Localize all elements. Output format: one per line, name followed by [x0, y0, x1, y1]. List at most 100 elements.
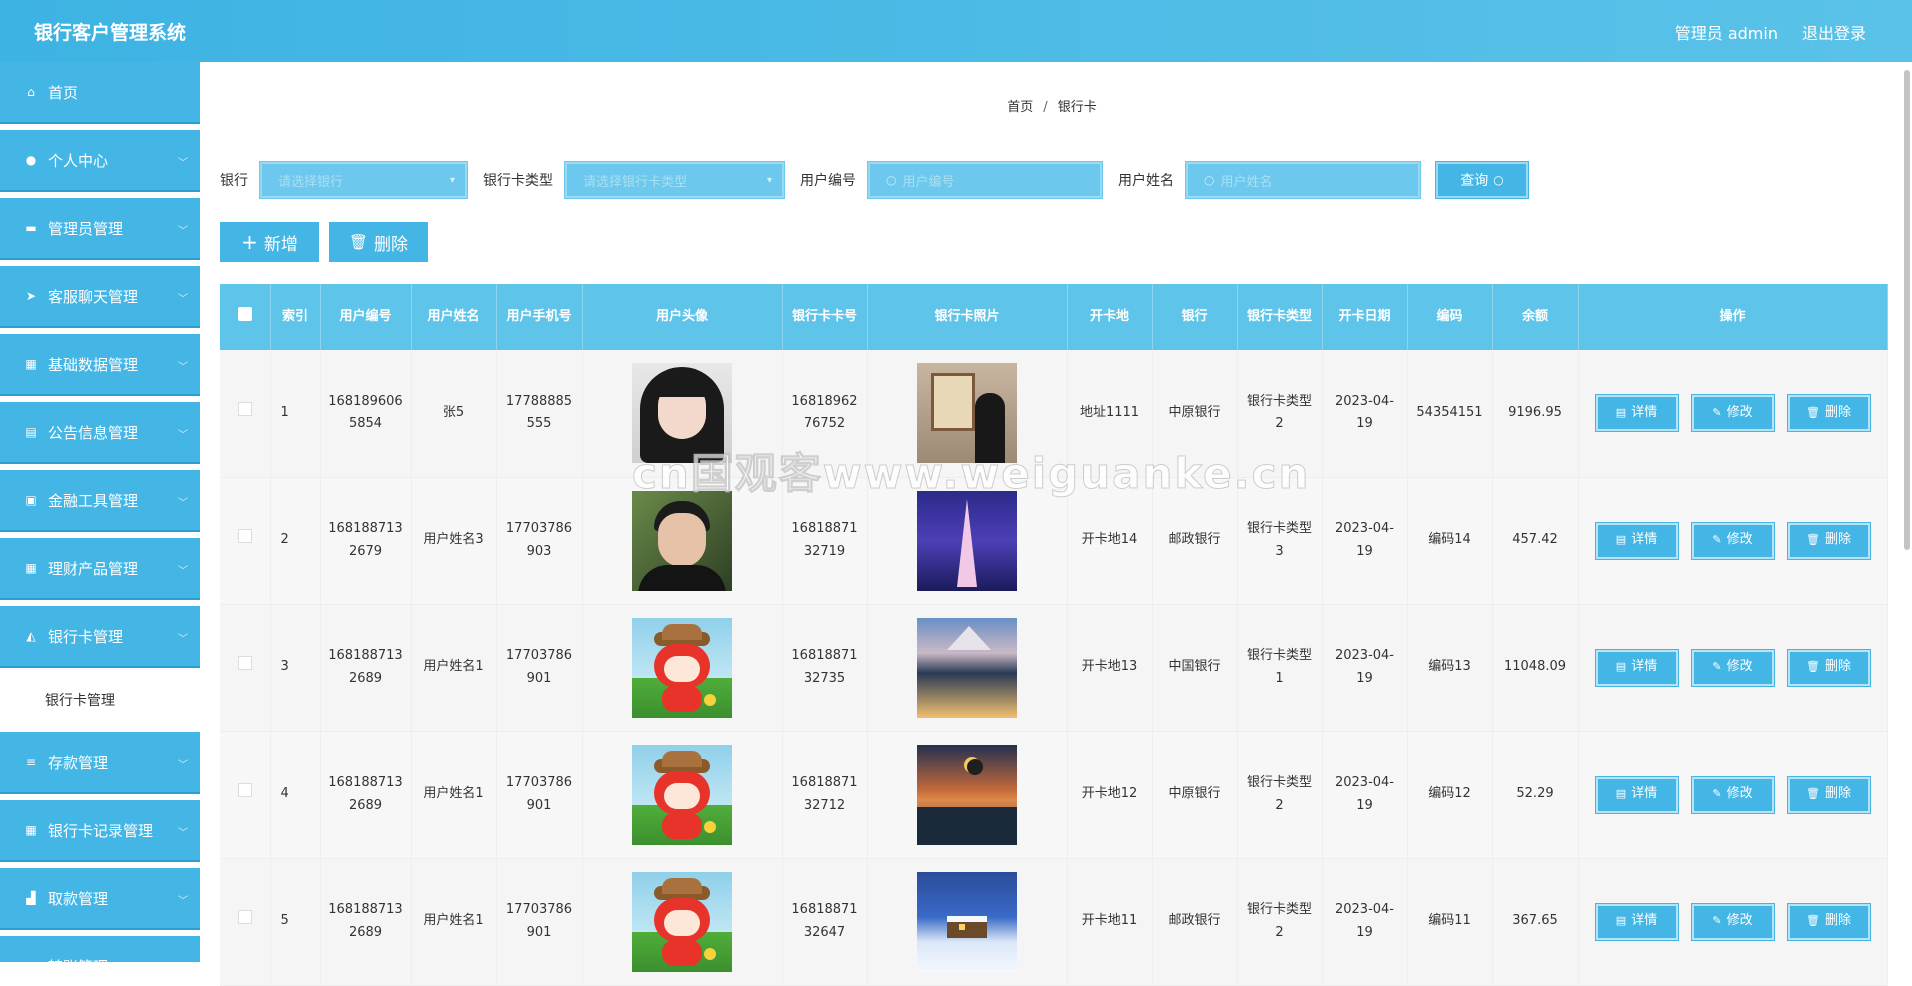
bank-select[interactable]: 请选择银行 ▾	[259, 161, 468, 199]
sidebar-item[interactable]: ▦ 银行卡记录管理 ﹀	[0, 800, 200, 862]
sidebar-item[interactable]: ⌂ 首页	[0, 62, 200, 124]
sidebar-item-label: 管理员管理	[48, 219, 124, 238]
sidebar-subitem-bank-card[interactable]: 银行卡管理	[0, 674, 200, 726]
user-name-input[interactable]: ○ 用户姓名	[1185, 161, 1421, 199]
row-checkbox[interactable]	[237, 783, 252, 798]
cell-avatar	[582, 477, 783, 605]
column-header: 用户手机号	[496, 284, 583, 350]
delete-button-label: 删除	[1824, 659, 1851, 675]
cell-user-no: 1681887132689	[320, 858, 412, 986]
trash-icon: 🗑	[1806, 787, 1820, 801]
detail-button[interactable]: ▤ 详情	[1594, 775, 1679, 814]
edit-button[interactable]: ✎ 修改	[1690, 648, 1775, 687]
delete-button[interactable]: 🗑 删除	[1786, 521, 1871, 560]
edit-button[interactable]: ✎ 修改	[1690, 521, 1775, 560]
edit-button[interactable]: ✎ 修改	[1690, 902, 1775, 941]
delete-button[interactable]: 🗑 删除	[1786, 775, 1871, 814]
card-icon: ◭	[26, 629, 36, 643]
batch-delete-button[interactable]: 🗑 删除	[329, 222, 428, 262]
user-avatar-image[interactable]	[632, 617, 732, 718]
cell-card-no: 1681896276752	[782, 350, 868, 478]
card-photo-image[interactable]	[917, 871, 1017, 972]
delete-button[interactable]: 🗑 删除	[1786, 902, 1871, 941]
cell-date: 2023-04-19	[1322, 731, 1408, 859]
breadcrumb-home[interactable]: 首页	[1007, 100, 1033, 115]
column-header: 开卡日期	[1322, 284, 1408, 350]
detail-button[interactable]: ▤ 详情	[1594, 648, 1679, 687]
user-no-placeholder: 用户编号	[902, 174, 955, 190]
cell-index: 5	[270, 858, 321, 986]
card-photo-image[interactable]	[917, 617, 1017, 718]
cell-index: 1	[270, 350, 321, 478]
row-checkbox[interactable]	[237, 402, 252, 417]
sidebar-item[interactable]: ➤ 客服聊天管理 ﹀	[0, 266, 200, 328]
sidebar-item[interactable]: ▟ 取款管理 ﹀	[0, 868, 200, 930]
sidebar-item[interactable]: ▤ 公告信息管理 ﹀	[0, 402, 200, 464]
select-all-checkbox[interactable]	[220, 284, 271, 350]
card-type-select[interactable]: 请选择银行卡类型 ▾	[564, 161, 785, 199]
card-type-select-placeholder: 请选择银行卡类型	[583, 174, 688, 190]
detail-button[interactable]: ▤ 详情	[1594, 521, 1679, 560]
cell-actions: ▤ 详情 ✎ 修改 🗑 删除	[1578, 731, 1888, 859]
user-avatar-image[interactable]	[632, 363, 732, 464]
edit-button-label: 修改	[1726, 405, 1753, 421]
tool-icon: ▣	[25, 493, 37, 507]
add-button[interactable]: + 新增	[220, 222, 319, 262]
sidebar-item-label: 客服聊天管理	[48, 287, 139, 306]
add-button-label: 新增	[263, 234, 298, 255]
delete-button[interactable]: 🗑 删除	[1786, 394, 1871, 433]
edit-button[interactable]: ✎ 修改	[1690, 775, 1775, 814]
user-avatar-image[interactable]	[632, 490, 732, 591]
chevron-down-icon: ﹀	[178, 896, 188, 907]
user-no-input[interactable]: ○ 用户编号	[867, 161, 1103, 199]
document-icon: ▤	[1615, 405, 1627, 419]
detail-button[interactable]: ▤ 详情	[1594, 902, 1679, 941]
admin-label[interactable]: 管理员 admin	[1675, 20, 1778, 44]
search-button[interactable]: 查询 ○	[1435, 161, 1529, 199]
cell-card-photo	[867, 731, 1068, 859]
cell-phone: 17703786901	[496, 858, 583, 986]
cell-actions: ▤ 详情 ✎ 修改 🗑 删除	[1578, 350, 1888, 478]
cell-balance: 457.42	[1492, 477, 1579, 605]
user-avatar-image[interactable]	[632, 871, 732, 972]
detail-button-label: 详情	[1631, 659, 1658, 675]
cell-index: 2	[270, 477, 321, 605]
sidebar-item[interactable]: ▣ 金融工具管理 ﹀	[0, 470, 200, 532]
row-checkbox[interactable]	[237, 529, 252, 544]
sidebar-item[interactable]: ≡ 存款管理 ﹀	[0, 732, 200, 794]
notice-icon: ▤	[25, 425, 37, 439]
trash-icon: 🗑	[1806, 914, 1820, 928]
sidebar-item[interactable]: ◭ 银行卡管理 ﹀	[0, 606, 200, 668]
card-photo-image[interactable]	[917, 744, 1017, 845]
cell-user-name: 用户姓名1	[411, 604, 497, 732]
bank-filter-label: 银行	[220, 173, 248, 189]
sidebar-item[interactable]: ● 个人中心 ﹀	[0, 130, 200, 192]
chevron-down-icon: ﹀	[178, 566, 188, 577]
user-avatar-image[interactable]	[632, 744, 732, 845]
card-photo-image[interactable]	[917, 363, 1017, 464]
detail-button-label: 详情	[1631, 532, 1658, 548]
table-row: 2 1681887132679 用户姓名3 17703786903 1681887132…	[220, 477, 1888, 605]
delete-button[interactable]: 🗑 删除	[1786, 648, 1871, 687]
sidebar-item-label: 个人中心	[48, 151, 109, 170]
edit-button[interactable]: ✎ 修改	[1690, 394, 1775, 433]
logout-link[interactable]: 退出登录	[1802, 20, 1866, 44]
row-checkbox[interactable]	[237, 656, 252, 671]
sidebar-item[interactable]: ▬ 管理员管理 ﹀	[0, 198, 200, 260]
sidebar-item-label: 银行卡记录管理	[48, 821, 154, 840]
sidebar-item[interactable]: ▦ 基础数据管理 ﹀	[0, 334, 200, 396]
cell-actions: ▤ 详情 ✎ 修改 🗑 删除	[1578, 858, 1888, 986]
user-icon: ●	[25, 153, 37, 167]
row-checkbox[interactable]	[237, 910, 252, 925]
sidebar-item[interactable]: ▦ 理财产品管理 ﹀	[0, 538, 200, 600]
cell-card-type: 银行卡类型2	[1237, 350, 1323, 478]
pencil-icon: ✎	[1712, 533, 1722, 547]
batch-delete-button-label: 删除	[374, 234, 409, 255]
cell-bank: 中国银行	[1152, 604, 1238, 732]
detail-button[interactable]: ▤ 详情	[1594, 394, 1679, 433]
card-photo-image[interactable]	[917, 490, 1017, 591]
cell-code: 编码13	[1407, 604, 1493, 732]
scrollbar[interactable]	[1904, 70, 1910, 550]
sidebar-item[interactable]: ⇄转账管理﹀	[0, 936, 200, 962]
row-checkbox-cell	[220, 477, 271, 605]
